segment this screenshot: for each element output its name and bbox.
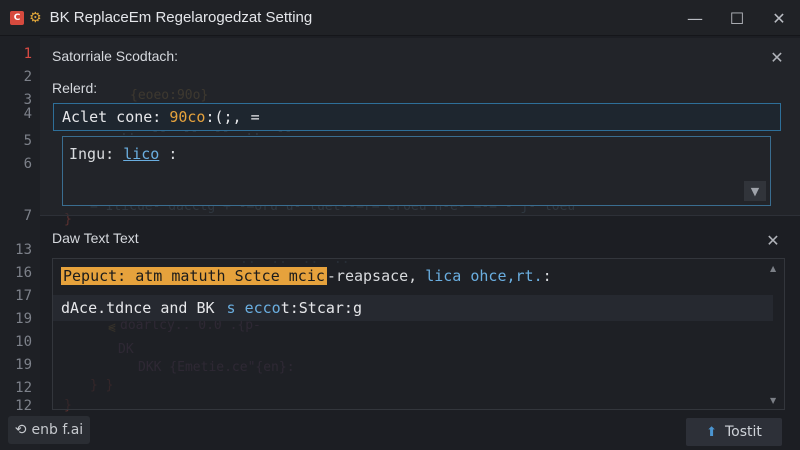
line-number: 4 — [23, 106, 32, 122]
scrollbar[interactable]: ▲ ▼ — [770, 265, 778, 405]
replace-button[interactable]: ⟲ enb f.ai — [8, 416, 90, 444]
results-title: Daw Text Text — [52, 230, 139, 246]
panel-title: Satorriale Scodtach: — [52, 48, 179, 64]
scroll-down-icon[interactable]: ▼ — [770, 397, 778, 405]
result-chip: s ecco — [226, 299, 281, 317]
maximize-button[interactable]: ☐ — [716, 0, 758, 36]
match-link: lica ohce,rt. — [425, 267, 543, 285]
adjust-label: Aclet cone: — [62, 108, 162, 126]
results-list: Pepuct: atm matuth Sctce mcic -reapsace,… — [52, 258, 785, 410]
input-label: Ingu: — [69, 145, 115, 163]
match-end: : — [542, 267, 552, 285]
replace-button-label: enb f.ai — [31, 422, 84, 438]
line-number: 16 — [15, 265, 32, 281]
result-text: dAce.tdnce and BK — [61, 299, 215, 317]
chevron-down-icon[interactable]: ▼ — [744, 181, 766, 201]
settings-icon: ⚙ — [29, 9, 42, 26]
upload-icon: ⬆ — [706, 424, 717, 440]
adjust-value: 90co — [169, 108, 206, 126]
window-title: BK ReplaceEm Regelarogedzat Setting — [49, 9, 313, 26]
line-number: 7 — [23, 208, 32, 224]
line-number: 2 — [23, 69, 32, 85]
line-number: 5 — [23, 133, 32, 149]
replace-icon: ⟲ — [14, 422, 27, 438]
list-item-selected[interactable]: dAce.tdnce and BK s ecco t:Stcar:g — [53, 295, 773, 321]
close-icon[interactable]: ✕ — [768, 49, 786, 67]
window-controls: — ☐ ✕ — [674, 0, 800, 36]
line-number: 10 — [15, 334, 32, 350]
footer: ⟲ enb f.ai ⬆ Tostit — [0, 412, 800, 450]
line-number: 17 — [15, 288, 32, 304]
app-icon: C — [10, 10, 24, 25]
line-number: 12 — [15, 380, 32, 396]
title-bar: C ⚙ BK ReplaceEm Regelarogedzat Setting … — [0, 0, 800, 36]
input-field[interactable]: Ingu: lico : ▼ — [62, 136, 771, 206]
adjust-suffix: :(;, = — [205, 108, 260, 126]
match-highlight: Pepuct: atm matuth Sctce mcic — [61, 267, 327, 285]
line-number-gutter: 1 2 3 4 5 6 7 13 16 17 19 10 19 12 12 — [0, 36, 40, 450]
line-number: 1 — [23, 46, 32, 62]
close-button[interactable]: ✕ — [758, 0, 800, 36]
close-icon[interactable]: ✕ — [764, 232, 782, 250]
result-end: t:Stcar:g — [280, 299, 362, 317]
submit-button-label: Tostit — [725, 424, 762, 440]
line-number: 19 — [15, 357, 32, 373]
scroll-up-icon[interactable]: ▲ — [770, 265, 778, 273]
line-number: 19 — [15, 311, 32, 327]
input-line: Ingu: lico : — [69, 145, 177, 163]
line-number: 6 — [23, 156, 32, 172]
list-item[interactable]: Pepuct: atm matuth Sctce mcic -reapsace,… — [61, 265, 552, 287]
match-rest: -reapsace, — [326, 267, 418, 285]
adjust-field[interactable]: Aclet cone: 90co :(;, = — [53, 103, 781, 131]
submit-button[interactable]: ⬆ Tostit — [686, 418, 782, 446]
section-label: Relerd: — [52, 80, 98, 96]
line-number: 13 — [15, 242, 32, 258]
minimize-button[interactable]: — — [674, 0, 716, 36]
input-value: lico — [123, 145, 160, 163]
input-suffix: : — [168, 145, 178, 163]
